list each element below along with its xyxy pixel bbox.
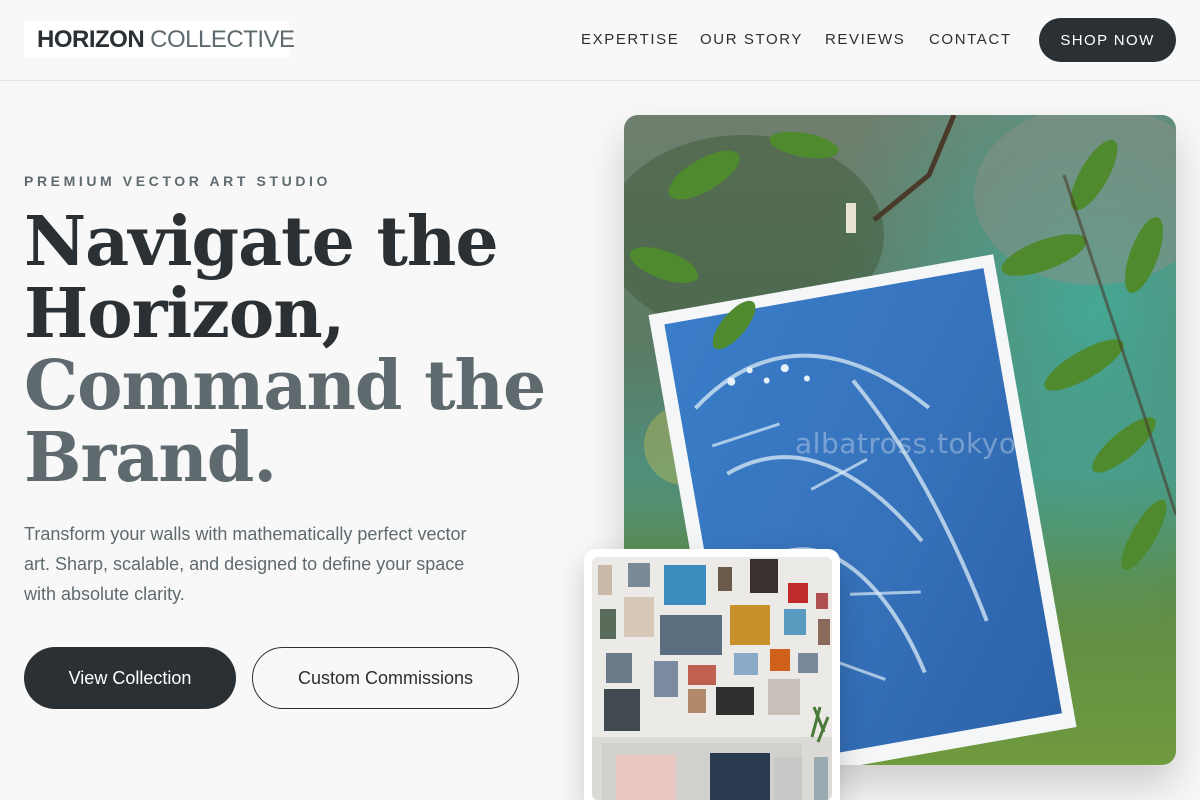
custom-commissions-button[interactable]: Custom Commissions [252,647,519,709]
hero-description: Transform your walls with mathematically… [24,524,467,604]
gallery-wall-photo-icon [592,557,832,800]
headline-line-4: Brand. [24,418,277,498]
nav-our-story[interactable]: OUR STORY [700,31,803,48]
headline-line-1: Navigate the [24,202,499,282]
gallery-wall-image [584,549,840,800]
view-collection-button[interactable]: View Collection [24,647,236,709]
brand-logo[interactable]: HORIZON COLLECTIVE [24,21,295,58]
headline-line-3: Command the [24,346,546,426]
site-header: HORIZON COLLECTIVE EXPERTISE OUR STORY R… [0,0,1200,81]
hero-eyebrow: PREMIUM VECTOR ART STUDIO [24,173,332,189]
shop-now-button[interactable]: SHOP NOW [1039,18,1176,62]
nav-contact[interactable]: CONTACT [929,31,1012,48]
logo-wordmark-strong: HORIZON [37,25,145,53]
image-watermark: albatross.tokyo [795,427,1017,460]
nav-expertise[interactable]: EXPERTISE [581,31,679,48]
headline-line-2: Horizon, [24,274,345,354]
logo-wordmark-light: COLLECTIVE [150,25,295,53]
hero-headline: Navigate the Horizon, Command the Brand. [24,202,546,498]
nav-reviews[interactable]: REVIEWS [825,31,905,48]
